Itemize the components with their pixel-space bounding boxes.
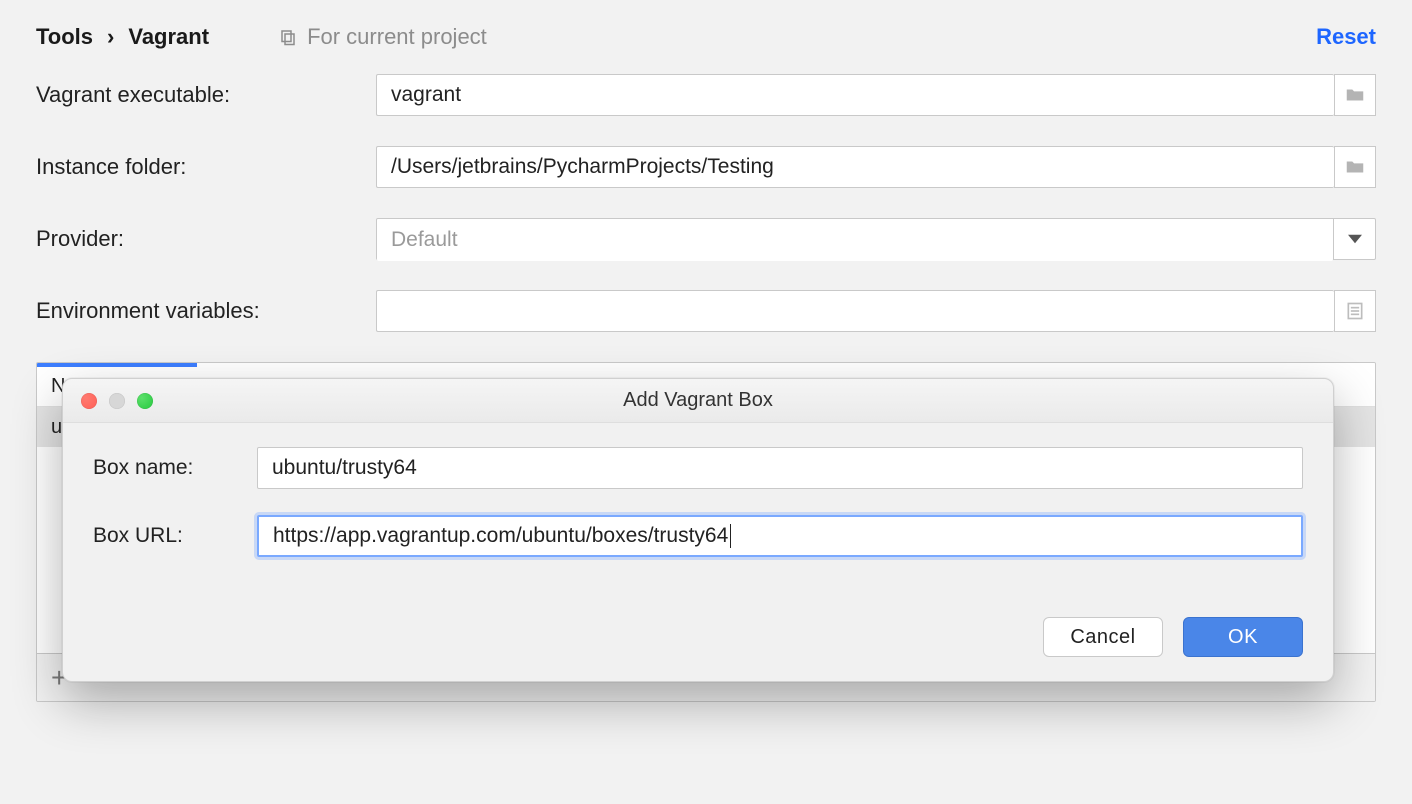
scope-note-label: For current project xyxy=(307,24,487,50)
box-url-value: https://app.vagrantup.com/ubuntu/boxes/t… xyxy=(273,524,728,548)
dialog-body: Box name: ubuntu/trusty64 Box URL: https… xyxy=(63,423,1333,593)
executable-browse-button[interactable] xyxy=(1334,74,1376,116)
settings-form: Vagrant executable: vagrant Instance fol… xyxy=(0,74,1412,332)
chevron-down-icon xyxy=(1348,232,1362,246)
row-box-url: Box URL: https://app.vagrantup.com/ubunt… xyxy=(93,515,1303,557)
dialog-titlebar: Add Vagrant Box xyxy=(63,379,1333,423)
traffic-lights xyxy=(81,393,153,409)
cancel-button[interactable]: Cancel xyxy=(1043,617,1163,657)
row-env-vars: Environment variables: xyxy=(36,290,1376,332)
instance-folder-label: Instance folder: xyxy=(36,154,376,180)
folder-icon xyxy=(1344,84,1366,106)
dialog-title: Add Vagrant Box xyxy=(63,389,1333,412)
close-window-button[interactable] xyxy=(81,393,97,409)
env-vars-label: Environment variables: xyxy=(36,298,376,324)
reset-link[interactable]: Reset xyxy=(1316,24,1376,50)
row-instance-folder: Instance folder: /Users/jetbrains/Pychar… xyxy=(36,146,1376,188)
row-provider: Provider: Default xyxy=(36,218,1376,260)
dialog-buttons: Cancel OK xyxy=(63,593,1333,681)
provider-dropdown-arrow[interactable] xyxy=(1333,219,1375,259)
env-vars-field-wrap xyxy=(376,290,1376,332)
env-vars-input[interactable] xyxy=(376,290,1334,332)
minimize-window-button xyxy=(109,393,125,409)
box-name-input[interactable]: ubuntu/trusty64 xyxy=(257,447,1303,489)
breadcrumb-separator: › xyxy=(107,24,114,50)
box-name-label: Box name: xyxy=(93,456,257,480)
box-url-input[interactable]: https://app.vagrantup.com/ubuntu/boxes/t… xyxy=(257,515,1303,557)
executable-label: Vagrant executable: xyxy=(36,82,376,108)
instance-folder-browse-button[interactable] xyxy=(1334,146,1376,188)
text-caret xyxy=(730,524,731,548)
instance-folder-field-wrap: /Users/jetbrains/PycharmProjects/Testing xyxy=(376,146,1376,188)
list-icon xyxy=(1345,301,1365,321)
box-url-label: Box URL: xyxy=(93,524,257,548)
add-vagrant-box-dialog: Add Vagrant Box Box name: ubuntu/trusty6… xyxy=(62,378,1334,682)
executable-field-wrap: vagrant xyxy=(376,74,1376,116)
executable-input[interactable]: vagrant xyxy=(376,74,1334,116)
row-executable: Vagrant executable: vagrant xyxy=(36,74,1376,116)
zoom-window-button[interactable] xyxy=(137,393,153,409)
breadcrumb-root[interactable]: Tools xyxy=(36,24,93,50)
provider-label: Provider: xyxy=(36,226,376,252)
table-row-cell: u xyxy=(51,416,62,439)
row-box-name: Box name: ubuntu/trusty64 xyxy=(93,447,1303,489)
folder-icon xyxy=(1344,156,1366,178)
breadcrumb-current: Vagrant xyxy=(128,24,209,50)
instance-folder-input[interactable]: /Users/jetbrains/PycharmProjects/Testing xyxy=(376,146,1334,188)
scope-note: For current project xyxy=(279,24,487,50)
breadcrumb: Tools › Vagrant For current project Rese… xyxy=(0,0,1412,74)
provider-combo[interactable]: Default xyxy=(376,218,1376,260)
copy-icon xyxy=(279,28,297,46)
ok-button[interactable]: OK xyxy=(1183,617,1303,657)
env-vars-expand-button[interactable] xyxy=(1334,290,1376,332)
provider-value: Default xyxy=(377,219,1333,261)
